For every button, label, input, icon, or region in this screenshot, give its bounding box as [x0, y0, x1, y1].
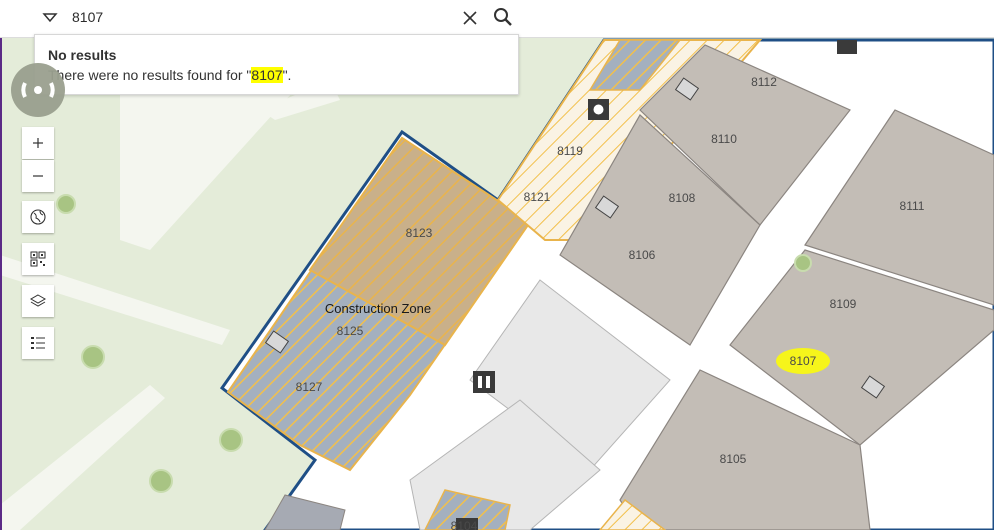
room-label: 8127	[296, 380, 323, 394]
qr-code-icon	[30, 251, 46, 267]
clear-search-button[interactable]	[460, 8, 480, 28]
results-query-highlight: 8107	[251, 67, 283, 83]
restroom-icon	[473, 371, 495, 393]
room-label: 8121	[524, 190, 551, 204]
basemap-gallery-button[interactable]	[22, 201, 54, 233]
minus-icon	[33, 175, 43, 177]
panel-edge	[0, 38, 2, 530]
room-label: 8111	[900, 199, 925, 213]
facility-icon-north	[837, 40, 857, 54]
room-label: 8110	[711, 132, 737, 146]
room-label: 8109	[830, 297, 857, 311]
search-input[interactable]	[66, 5, 458, 29]
search-icon	[494, 8, 512, 26]
room-label: 8106	[629, 248, 656, 262]
globe-icon	[30, 209, 46, 225]
zoom-in-button[interactable]	[22, 127, 54, 159]
layers-icon	[29, 294, 47, 307]
chevron-down-icon	[42, 13, 58, 23]
zoom-out-button[interactable]	[22, 160, 54, 192]
results-message-suffix: ".	[282, 67, 292, 83]
compass-icon	[21, 82, 55, 98]
stairs-facility-icon	[588, 99, 609, 120]
search-options-button[interactable]	[40, 10, 60, 26]
results-title: No results	[48, 47, 117, 63]
room-label: 8119	[557, 144, 583, 158]
search-results-panel: No results There were no results found f…	[34, 34, 519, 95]
construction-zone-label: Construction Zone	[325, 301, 431, 316]
layer-list-button[interactable]	[22, 285, 54, 317]
search-bar	[0, 0, 994, 38]
list-icon	[31, 337, 45, 349]
room-label: 8104	[451, 519, 478, 530]
room-label: 8112	[751, 75, 777, 89]
room-label: 8123	[406, 226, 433, 240]
room-label: 8107	[790, 354, 817, 368]
legend-button[interactable]	[22, 327, 54, 359]
close-icon	[463, 11, 477, 25]
compass-button[interactable]	[11, 63, 65, 117]
results-message-prefix: There were no results found for "	[48, 67, 252, 83]
plus-icon	[33, 138, 43, 148]
search-button[interactable]	[492, 6, 514, 28]
room-label: 8105	[720, 452, 747, 466]
qr-code-button[interactable]	[22, 243, 54, 275]
results-message: There were no results found for "8107".	[48, 67, 291, 83]
room-label: 8125	[337, 324, 364, 338]
room-label: 8108	[669, 191, 696, 205]
